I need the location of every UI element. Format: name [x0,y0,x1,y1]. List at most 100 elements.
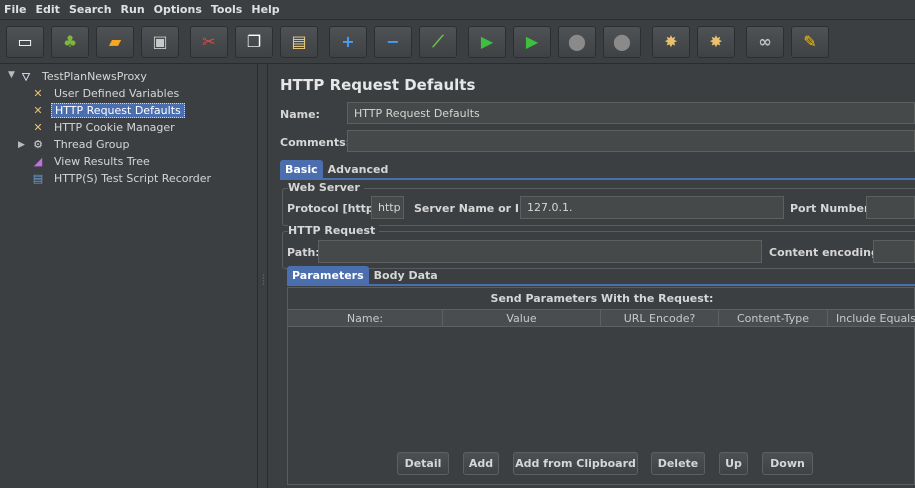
tab-advanced[interactable]: Advanced [323,160,394,178]
tree-item-label: User Defined Variables [54,87,180,100]
column-url-encode[interactable]: URL Encode? [601,310,719,326]
expand-button[interactable]: + [329,25,367,58]
start-no-pauses-button[interactable]: ▶ [513,25,551,58]
paste-button[interactable]: ▤ [280,25,318,58]
tab-basic[interactable]: Basic [280,160,323,178]
collapsed-triangle-icon[interactable]: ▶ [18,140,25,150]
protocol-field[interactable]: http [371,196,404,219]
paste-icon: ▤ [291,32,307,51]
tree-item-label: Thread Group [54,138,130,151]
menu-edit[interactable]: Edit [36,3,60,16]
server-name-field[interactable]: 127.0.1. [520,196,784,219]
tab-body-data[interactable]: Body Data [369,266,443,284]
copy-button[interactable]: ❐ [235,25,273,58]
add-button[interactable]: Add [463,452,499,475]
tree-item-label: HTTP Request Defaults [51,103,185,118]
web-server-title: Web Server [288,181,364,194]
menu-help[interactable]: Help [251,3,279,16]
menu-options[interactable]: Options [154,3,202,16]
column-content-type[interactable]: Content-Type [719,310,828,326]
config-tabs: Basic Advanced [280,160,393,178]
tree-item-test-script-recorder[interactable]: ▤ HTTP(S) Test Script Recorder [30,170,214,187]
reset-search-icon: ✎ [803,32,817,51]
recorder-icon: ▤ [32,172,44,185]
parameters-panel: Send Parameters With the Request: Name: … [287,287,915,485]
content-encoding-field[interactable] [873,240,915,263]
name-field[interactable]: HTTP Request Defaults [347,102,915,124]
tab-parameters[interactable]: Parameters [287,266,369,284]
tree-item-thread-group[interactable]: ⚙ Thread Group [30,136,132,153]
new-button[interactable]: ▭ [6,25,44,58]
menu-tools[interactable]: Tools [211,3,242,16]
parameters-caption: Send Parameters With the Request: [490,292,714,305]
delete-button[interactable]: Delete [651,452,705,475]
subtab-underline [287,284,915,286]
cut-icon: ✂ [202,32,216,51]
menu-file[interactable]: File [4,3,27,16]
start-no-pauses-icon: ▶ [525,32,539,51]
tree-item-view-results-tree[interactable]: ◢ View Results Tree [30,153,153,170]
toolbar: ▭ ♣ ▰ ▣ ✂ ❐ ▤ + − ⟋ ▶ ▶ ⬤ ⬤ ✸ ✸ ∞ ✎ [0,20,915,64]
parameters-table-header: Name: Value URL Encode? Content-Type Inc… [288,309,915,327]
down-button[interactable]: Down [762,452,813,475]
gear-icon: ⚙ [33,138,43,151]
tree-item-test-plan[interactable]: 🜄 TestPlanNewsProxy [18,68,150,85]
add-from-clipboard-button[interactable]: Add from Clipboard [513,452,638,475]
collapse-button[interactable]: − [374,25,412,58]
stop-button[interactable]: ⬤ [558,25,596,58]
request-tabs: Parameters Body Data [287,266,443,284]
server-name-label: Server Name or IP: [414,202,532,215]
scissors-tool-icon: ✕ [33,87,43,100]
open-button[interactable]: ▰ [96,25,134,58]
detail-button[interactable]: Detail [397,452,449,475]
search-button[interactable]: ∞ [746,25,784,58]
page-title: HTTP Request Defaults [280,76,476,94]
menu-run[interactable]: Run [121,3,145,16]
templates-button[interactable]: ♣ [51,25,89,58]
menu-search[interactable]: Search [69,3,112,16]
column-include-equals[interactable]: Include Equals? [828,310,915,326]
tree-item-label: HTTP(S) Test Script Recorder [54,172,212,185]
test-plan-tree: ▼ 🜄 TestPlanNewsProxy ✕ User Defined Var… [0,64,258,488]
clear-button[interactable]: ✸ [652,25,690,58]
clear-all-button[interactable]: ✸ [697,25,735,58]
name-label: Name: [280,108,320,121]
scissors-tool-icon: ✕ [33,104,43,117]
cut-button[interactable]: ✂ [190,25,228,58]
element-config-panel: HTTP Request Defaults Name: HTTP Request… [270,64,915,488]
column-value[interactable]: Value [443,310,601,326]
shutdown-icon: ⬤ [613,32,631,51]
reset-search-button[interactable]: ✎ [791,25,829,58]
path-label: Path: [287,246,320,259]
up-button[interactable]: Up [719,452,748,475]
protocol-label: Protocol [http]: [287,202,384,215]
tree-item-label: TestPlanNewsProxy [42,70,147,83]
pane-splitter[interactable]: · · · · [259,64,268,488]
tree-item-user-defined-variables[interactable]: ✕ User Defined Variables [30,85,182,102]
open-icon: ▰ [108,32,122,51]
comments-label: Comments: [280,136,351,149]
copy-icon: ❐ [246,32,262,51]
expand-triangle-icon[interactable]: ▼ [8,70,15,80]
column-name[interactable]: Name: [288,310,443,326]
port-number-label: Port Number: [790,202,874,215]
stop-icon: ⬤ [568,32,586,51]
port-number-field[interactable] [866,196,915,219]
toggle-button[interactable]: ⟋ [419,25,457,58]
tree-item-http-cookie-manager[interactable]: ✕ HTTP Cookie Manager [30,119,178,136]
clear-all-icon: ✸ [709,32,723,51]
shutdown-button[interactable]: ⬤ [603,25,641,58]
tree-item-http-request-defaults[interactable]: ✕ HTTP Request Defaults [30,102,185,119]
start-button[interactable]: ▶ [468,25,506,58]
clear-icon: ✸ [664,32,678,51]
splitter-grip-icon: · · · · [262,271,265,289]
chart-icon: ◢ [33,155,43,168]
content-encoding-label: Content encoding: [769,246,884,259]
new-icon: ▭ [17,32,33,51]
path-field[interactable] [318,240,762,263]
collapse-icon: − [386,32,400,51]
comments-field[interactable] [347,130,915,152]
save-button[interactable]: ▣ [141,25,179,58]
start-icon: ▶ [480,32,494,51]
save-icon: ▣ [152,32,168,51]
